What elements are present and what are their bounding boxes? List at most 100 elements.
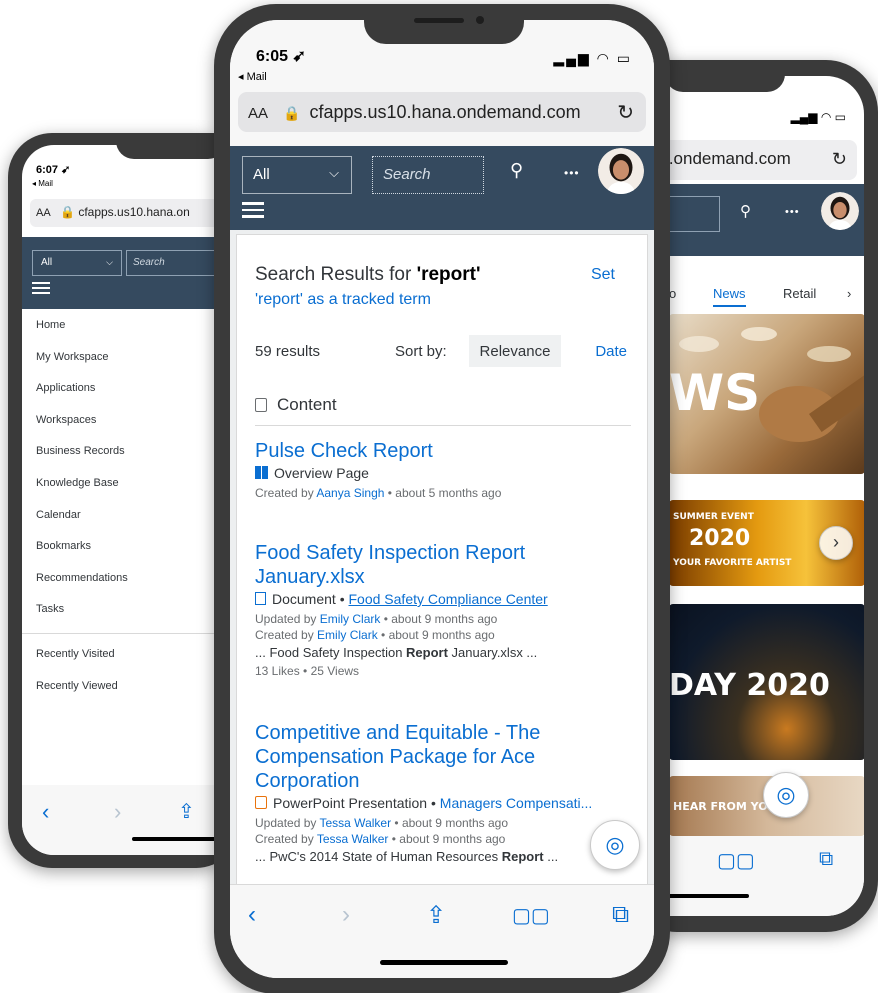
browser-toolbar: ‹ › ⇪ ▢▢ ⧉ [230, 884, 654, 978]
result-type: Document • Food Safety Compliance Center [255, 591, 631, 607]
tile-caption: YOUR FAVORITE ARTIST [673, 558, 792, 568]
result-title[interactable]: Competitive and Equitable - The Compensa… [255, 721, 631, 793]
back-to-mail[interactable]: ◂ Mail [238, 70, 267, 83]
menu-item-recommendations[interactable]: Recommendations [22, 564, 240, 596]
address-bar[interactable]: AA 🔒 cfapps.us10.hana.ondemand.com ↻ [238, 92, 646, 132]
location-link[interactable]: Managers Compensati... [440, 795, 593, 811]
set-tracked-term-link[interactable]: Set [591, 261, 615, 289]
sort-label: Sort by: [395, 343, 447, 360]
avatar[interactable] [598, 148, 644, 194]
notch [364, 4, 524, 44]
search-icon[interactable]: ⚲ [510, 160, 523, 181]
back-to-mail[interactable]: ◂ Mail [32, 179, 53, 188]
tile-headline: HEAR FROM YOU [673, 800, 777, 813]
news-tile-oats[interactable]: WS [669, 314, 864, 474]
menu-item-recently-visited[interactable]: Recently Visited [22, 640, 240, 672]
status-time: 6:07 ➹ [36, 164, 71, 176]
tabs-icon[interactable]: ⧉ [819, 848, 833, 871]
result-meta: Updated by Tessa Walker • about 9 months… [255, 816, 509, 846]
tabs-icon[interactable]: ⧉ [612, 901, 629, 929]
menu-item-business-records[interactable]: Business Records [22, 437, 240, 469]
status-icons: ▂▄▆ ◠ ▭ [790, 110, 846, 124]
tab-partial[interactable]: o [669, 286, 676, 301]
author-link[interactable]: Emily Clark [317, 628, 378, 642]
author-link[interactable]: Tessa Walker [317, 832, 389, 846]
menu-item-recently-viewed[interactable]: Recently Viewed [22, 672, 240, 704]
page-title: Search Results for 'report' Set [255, 261, 635, 289]
section-header-content: Content [255, 395, 631, 426]
location-link[interactable]: Food Safety Compliance Center [349, 591, 548, 607]
author-link[interactable]: Emily Clark [320, 612, 381, 626]
notch [116, 133, 226, 159]
browser-toolbar: ‹ › ⇪ [22, 785, 240, 855]
copilot-button[interactable]: ◎ [763, 772, 809, 818]
content-icon [255, 398, 267, 412]
author-link[interactable]: Tessa Walker [320, 816, 392, 830]
tile-year: 2020 [689, 526, 751, 551]
share-icon[interactable]: ⇪ [178, 799, 195, 824]
chevron-down-icon: ⌵ [329, 165, 339, 180]
menu-item-calendar[interactable]: Calendar [22, 501, 240, 533]
hamburger-menu-icon[interactable] [242, 202, 264, 222]
menu-divider [22, 632, 240, 634]
more-icon[interactable]: ••• [564, 166, 580, 180]
result-title[interactable]: Food Safety Inspection Report January.xl… [255, 541, 631, 589]
result-meta: Created by Aanya Singh • about 5 months … [255, 486, 502, 500]
address-bar[interactable]: AA 🔒 cfapps.us10.hana.on [30, 199, 240, 227]
back-icon[interactable]: ‹ [248, 901, 256, 929]
shell-bar: All ⌵ Search [22, 237, 240, 309]
bookmarks-icon[interactable]: ▢▢ [512, 903, 550, 928]
carousel-next-button[interactable]: › [819, 526, 853, 560]
menu-item-home[interactable]: Home [22, 311, 240, 343]
camera-icon [476, 16, 484, 24]
reload-icon[interactable]: ↻ [832, 149, 847, 170]
search-result: Pulse Check Report Overview Page Created… [255, 439, 631, 501]
result-snippet: ... Food Safety Inspection Report Januar… [255, 645, 538, 660]
tracked-term-link[interactable]: 'report' as a tracked term [255, 291, 431, 309]
avatar[interactable] [821, 192, 859, 230]
chevron-right-icon[interactable]: › [847, 286, 851, 301]
copilot-button[interactable]: ◎ [590, 820, 640, 870]
url-text: cfapps.us10.hana.ondemand.com [309, 102, 581, 122]
forward-icon[interactable]: › [342, 901, 350, 929]
bookmarks-icon[interactable]: ▢▢ [717, 848, 755, 873]
back-icon[interactable]: ‹ [42, 799, 49, 825]
center-phone: 6:05 ➹ ◂ Mail ▂▄▆ ◠ ▭ AA 🔒 cfapps.us10.h… [214, 4, 670, 993]
menu-item-knowledge-base[interactable]: Knowledge Base [22, 469, 240, 501]
result-type: PowerPoint Presentation • Managers Compe… [255, 795, 631, 811]
sort-date-button[interactable]: Date [595, 343, 627, 360]
filter-select[interactable]: All ⌵ [242, 156, 352, 194]
shell-bar: All ⌵ Search ⚲ ••• [230, 146, 654, 230]
search-icon[interactable]: ⚲ [740, 202, 751, 220]
search-input[interactable]: Search [372, 156, 484, 194]
speaker-grille [414, 18, 464, 23]
sort-relevance-button[interactable]: Relevance [469, 335, 561, 367]
result-title[interactable]: Pulse Check Report [255, 439, 631, 463]
tile-headline: WS [669, 364, 761, 422]
navigation-menu: Home My Workspace Applications Workspace… [22, 311, 240, 703]
tab-news[interactable]: News [713, 286, 746, 307]
news-tile-earth-day[interactable]: DAY 2020 [669, 604, 864, 760]
tab-retail[interactable]: Retail [783, 286, 816, 301]
text-size-button[interactable]: AA [248, 105, 268, 122]
menu-item-bookmarks[interactable]: Bookmarks [22, 532, 240, 564]
tile-headline: DAY 2020 [669, 668, 830, 703]
author-link[interactable]: Aanya Singh [316, 486, 384, 500]
menu-item-my-workspace[interactable]: My Workspace [22, 343, 240, 375]
forward-icon[interactable]: › [114, 799, 121, 825]
news-tile-summer-event[interactable]: SUMMER EVENT 2020 YOUR FAVORITE ARTIST › [669, 500, 864, 586]
menu-item-tasks[interactable]: Tasks [22, 595, 240, 627]
hamburger-menu-icon[interactable] [32, 282, 50, 297]
result-meta: Updated by Emily Clark • about 9 months … [255, 612, 498, 642]
more-icon[interactable]: ••• [785, 206, 800, 218]
menu-item-workspaces[interactable]: Workspaces [22, 406, 240, 438]
result-type: Overview Page [255, 465, 631, 481]
left-phone-screen: 6:07 ➹ ◂ Mail AA 🔒 cfapps.us10.hana.on A… [22, 145, 240, 855]
page-content: Search Results for 'report' Set 'report'… [230, 230, 654, 884]
menu-item-applications[interactable]: Applications [22, 374, 240, 406]
notch [665, 60, 785, 92]
share-icon[interactable]: ⇪ [426, 901, 446, 930]
text-size-button[interactable]: AA [36, 207, 51, 219]
reload-icon[interactable]: ↻ [617, 100, 634, 125]
filter-select[interactable]: All ⌵ [32, 250, 122, 276]
